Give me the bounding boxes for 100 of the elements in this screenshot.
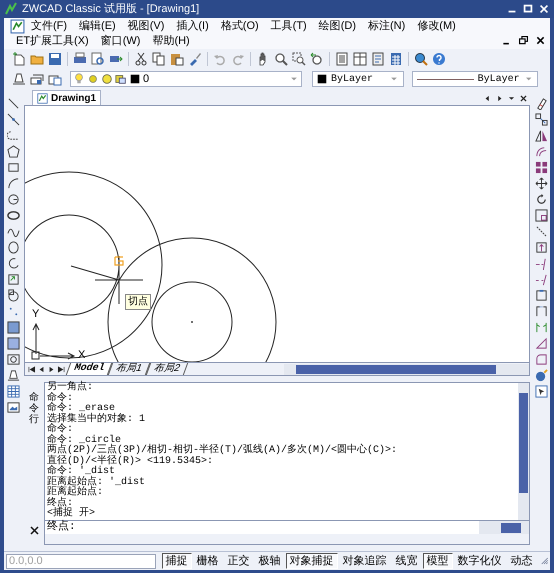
brush-icon[interactable] (188, 52, 202, 66)
print-preview-icon[interactable] (91, 52, 105, 66)
zoom-window-icon[interactable] (292, 52, 306, 66)
scrollbar-thumb[interactable] (519, 393, 528, 493)
layer-manager-icon[interactable] (12, 72, 26, 86)
circle-icon[interactable] (6, 193, 20, 206)
center-mark (191, 321, 193, 323)
magnifier-globe-icon[interactable] (414, 52, 428, 66)
insert-block-icon[interactable] (6, 273, 20, 286)
zoom-realtime-icon[interactable] (274, 52, 288, 66)
drawing-document-icon[interactable] (10, 19, 25, 34)
maximize-icon[interactable] (522, 3, 534, 15)
status-toggle[interactable]: 对象捕捉 (286, 553, 338, 569)
copy-object-icon[interactable] (534, 113, 548, 126)
chamfer-icon[interactable] (534, 321, 548, 334)
ellipse-arc-icon[interactable] (6, 257, 20, 270)
new-file-icon[interactable] (12, 52, 26, 66)
menu-item[interactable]: 格式(O) (214, 19, 265, 34)
layout-tab[interactable]: 布局1 (108, 363, 150, 375)
axis-label: Y (32, 309, 40, 320)
mirror-icon[interactable] (534, 129, 548, 142)
restore-icon[interactable] (518, 35, 529, 46)
scroll-left-icon[interactable] (483, 94, 492, 103)
zoom-previous-icon[interactable] (310, 52, 324, 66)
rectangle-icon[interactable] (6, 161, 20, 174)
save-icon[interactable] (48, 52, 62, 66)
color-value: ByLayer (331, 72, 374, 86)
explode-icon[interactable] (534, 369, 548, 382)
help-icon[interactable] (432, 52, 446, 66)
status-toggle[interactable]: 捕捉 (162, 553, 192, 569)
trim-icon[interactable] (534, 241, 548, 254)
scroll-right-icon[interactable] (495, 94, 504, 103)
array-icon[interactable] (534, 161, 548, 174)
tool-palette-icon[interactable] (371, 52, 385, 66)
status-toggle[interactable]: 模型 (422, 553, 453, 569)
printer-icon[interactable] (73, 52, 87, 66)
linetype-value: ByLayer (478, 72, 520, 86)
menu-item[interactable]: 文件(F) (25, 19, 74, 34)
scrollbar-thumb[interactable] (296, 364, 496, 374)
region-icon[interactable] (6, 353, 20, 366)
vertical-scrollbar[interactable] (518, 383, 529, 520)
close-icon[interactable] (519, 94, 528, 103)
design-center-icon[interactable] (353, 52, 367, 66)
layout-tab[interactable]: 布局2 (145, 363, 188, 375)
extend-icon[interactable] (534, 257, 548, 270)
horizontal-scrollbar[interactable] (479, 521, 529, 534)
hatch-icon[interactable] (6, 321, 20, 334)
menu-item[interactable]: 绘图(D) (312, 19, 362, 34)
move-icon[interactable] (534, 177, 548, 190)
join-icon[interactable] (534, 305, 548, 318)
calculator-icon[interactable] (389, 52, 403, 66)
break-icon[interactable] (534, 273, 548, 286)
cloud-icon[interactable] (6, 209, 20, 222)
resize-grip-icon[interactable] (540, 556, 548, 566)
stretch-icon[interactable] (534, 225, 548, 238)
construction-line-icon[interactable] (6, 113, 20, 126)
menu-item[interactable]: 帮助(H) (146, 34, 196, 49)
menu-item[interactable]: 编辑(E) (73, 19, 122, 34)
close-icon[interactable] (30, 526, 38, 535)
menu-item[interactable]: ET扩展工具(X) (10, 34, 95, 49)
layer-previous-icon[interactable] (30, 72, 44, 86)
scissors-icon[interactable] (134, 52, 148, 66)
menu-item[interactable]: 修改(M) (411, 19, 462, 34)
properties-icon[interactable] (335, 52, 349, 66)
line-icon[interactable] (6, 97, 20, 110)
polyline-icon[interactable] (6, 129, 20, 142)
rotate-icon[interactable] (534, 193, 548, 206)
image-frame-icon[interactable] (6, 401, 20, 414)
menu-item[interactable]: 标注(N) (362, 19, 412, 34)
scale-icon[interactable] (534, 209, 548, 222)
layout-tab[interactable]: Model (66, 363, 112, 375)
fillet-icon[interactable] (534, 337, 548, 350)
menu-item[interactable]: 插入(I) (170, 19, 215, 34)
offset-icon[interactable] (534, 145, 548, 158)
eraser-icon[interactable] (534, 97, 548, 110)
layer-manager-icon[interactable] (6, 369, 20, 382)
pentagon-icon[interactable] (6, 145, 20, 158)
close-icon[interactable] (535, 35, 546, 46)
menu-item[interactable]: 视图(V) (122, 19, 170, 34)
round-corner-icon[interactable] (534, 353, 548, 366)
copy-icon[interactable] (152, 52, 166, 66)
layer-dropdown[interactable]: 0 (70, 71, 302, 87)
linetype-dropdown[interactable]: ByLayer (412, 71, 538, 87)
paste-icon[interactable] (170, 52, 184, 66)
ellipse-icon[interactable] (6, 241, 20, 254)
command-history-line: 命令: _erase (47, 404, 116, 414)
document-tab[interactable]: Drawing1 (32, 90, 102, 105)
break-at-point-icon[interactable] (534, 289, 548, 302)
color-dropdown[interactable]: ByLayer (312, 71, 404, 87)
scrollbar-thumb[interactable] (501, 522, 521, 532)
menu-item[interactable]: 工具(T) (264, 19, 313, 34)
menu-item[interactable]: 窗口(W) (94, 34, 146, 49)
make-block-icon[interactable] (6, 289, 20, 302)
last-page-icon[interactable] (57, 364, 66, 374)
select-tool-icon[interactable] (534, 385, 548, 398)
arc-icon[interactable] (6, 177, 20, 190)
horizontal-scrollbar[interactable] (284, 364, 529, 374)
gradient-icon[interactable] (6, 337, 20, 350)
first-page-icon[interactable] (27, 364, 36, 374)
table-icon[interactable] (6, 385, 20, 398)
